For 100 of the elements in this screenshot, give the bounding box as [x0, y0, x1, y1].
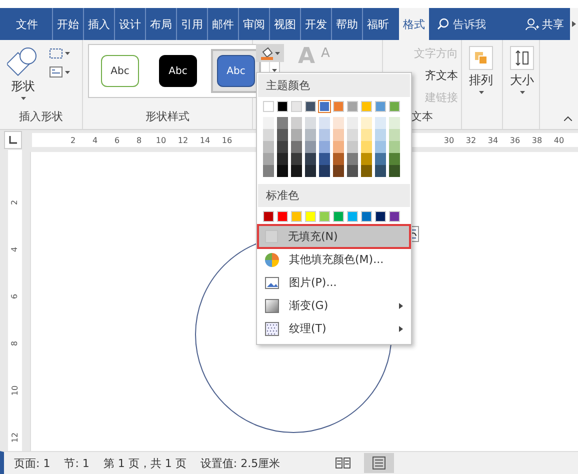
arrange-icon: [474, 51, 488, 65]
style-swatch[interactable]: Abc: [211, 49, 261, 93]
group-label: 插入形状: [18, 109, 64, 125]
shapes-icon: [7, 46, 39, 76]
menu-item-label: 其他填充颜色(M)...: [289, 252, 385, 267]
shade-column[interactable]: [361, 117, 372, 177]
color-swatch[interactable]: [361, 101, 372, 112]
ruler-number: 12: [10, 432, 20, 443]
ruler-number: 8: [135, 136, 143, 144]
shape-fill-button[interactable]: [256, 44, 284, 62]
ruler-number: 16: [220, 136, 234, 144]
status-text: 节: 1: [64, 456, 90, 470]
status-text: 设置值: 2.5厘米: [200, 456, 280, 470]
color-swatch[interactable]: [333, 101, 344, 112]
color-swatch[interactable]: [333, 211, 344, 222]
color-swatch[interactable]: [389, 101, 400, 112]
text-command[interactable]: 齐文本: [425, 68, 458, 83]
shade-column[interactable]: [333, 117, 344, 177]
color-swatch[interactable]: [319, 211, 330, 222]
book-icon: [335, 456, 352, 470]
shade-column[interactable]: [375, 117, 386, 177]
shade-column[interactable]: [347, 117, 358, 177]
color-swatch[interactable]: [305, 101, 316, 112]
status-text: 页面: 1: [14, 456, 50, 470]
caret-icon: [520, 91, 524, 94]
shade-column[interactable]: [291, 117, 302, 177]
color-swatch[interactable]: [291, 101, 302, 112]
color-swatch[interactable]: [291, 211, 302, 222]
person-icon: [525, 18, 539, 30]
picture-icon: [265, 276, 279, 290]
caret-icon: [20, 97, 26, 100]
paint-bucket-icon: [260, 46, 274, 60]
page-icon: [371, 456, 388, 470]
color-wheel-icon: [265, 252, 279, 266]
view-button[interactable]: [364, 453, 394, 473]
texture-icon: [265, 322, 279, 336]
menu-item[interactable]: 渐变(G): [259, 295, 409, 316]
group-label: 文本: [410, 109, 434, 125]
color-swatch[interactable]: [263, 101, 274, 112]
color-swatch[interactable]: [277, 211, 288, 222]
ruler-number: 6: [10, 294, 20, 300]
menu-item[interactable]: 图片(P)...: [259, 272, 409, 293]
color-swatch[interactable]: [347, 101, 358, 112]
share-button[interactable]: 共享: [542, 16, 564, 32]
arrange-button[interactable]: 排列: [465, 44, 497, 129]
ruler-number: 4: [91, 136, 99, 144]
menu-header: 主题颜色: [258, 74, 410, 97]
shade-column[interactable]: [389, 117, 400, 177]
shade-column[interactable]: [305, 117, 316, 177]
ruler-number: 30: [442, 136, 456, 144]
edit-shape-icon[interactable]: [49, 48, 71, 60]
color-swatch[interactable]: [361, 211, 372, 222]
tell-me-field[interactable]: 告诉我: [453, 16, 486, 32]
group-label: 形状样式: [144, 109, 190, 125]
ruler-number: 34: [486, 136, 500, 144]
color-swatch[interactable]: [375, 211, 386, 222]
menu-item-label: 无填充(N): [288, 229, 339, 244]
ruler-number: 10: [10, 385, 20, 396]
color-swatch[interactable]: [305, 211, 316, 222]
search-icon: [437, 18, 449, 30]
menu-header: 标准色: [258, 184, 410, 207]
ruler-number: 12: [176, 136, 190, 144]
menu-item-label: 图片(P)...: [289, 275, 338, 290]
menu-item-label: 渐变(G): [289, 298, 330, 313]
ruler-number: 40: [552, 136, 566, 144]
ribbon-tab[interactable]: 文件: [12, 8, 42, 40]
ruler-number: 8: [10, 340, 20, 346]
tab-selector[interactable]: [4, 131, 22, 149]
collapse-ribbon-icon[interactable]: [564, 116, 572, 121]
menu-item[interactable]: 其他填充颜色(M)...: [259, 249, 409, 270]
ruler-number: 2: [10, 200, 20, 206]
menu-item-label: 纹理(T): [289, 321, 328, 336]
tab-stop-icon: [9, 136, 17, 144]
ruler-number: 2: [69, 136, 77, 144]
ruler-number: 14: [198, 136, 212, 144]
ruler-number: 36: [508, 136, 522, 144]
color-swatch[interactable]: [277, 101, 288, 112]
menu-item[interactable]: 无填充(N): [259, 226, 409, 247]
ruler-number: 10: [154, 136, 168, 144]
color-swatch[interactable]: [347, 211, 358, 222]
menu-item[interactable]: 纹理(T): [259, 318, 409, 339]
size-icon: [515, 50, 529, 66]
shade-column[interactable]: [319, 117, 330, 177]
ruler-number: 32: [464, 136, 478, 144]
ruler-number: 4: [10, 246, 20, 252]
caret-icon: [478, 91, 484, 94]
caret-icon: [275, 52, 280, 54]
color-swatch[interactable]: [263, 211, 274, 222]
ruler-number: 6: [113, 136, 121, 144]
text-box-icon[interactable]: [49, 66, 71, 78]
color-swatch[interactable]: [389, 211, 400, 222]
ribbon-tab[interactable]: 格式: [399, 8, 429, 40]
status-text: 第 1 页，共 1 页: [103, 456, 186, 470]
ruler-number: 38: [530, 136, 544, 144]
shade-column[interactable]: [277, 117, 288, 177]
shapes-button[interactable]: 形状: [3, 44, 43, 109]
size-button[interactable]: 大小: [506, 44, 538, 129]
gradient-icon: [265, 298, 279, 312]
more-arrow-icon[interactable]: [572, 21, 576, 27]
color-swatch[interactable]: [375, 101, 386, 112]
